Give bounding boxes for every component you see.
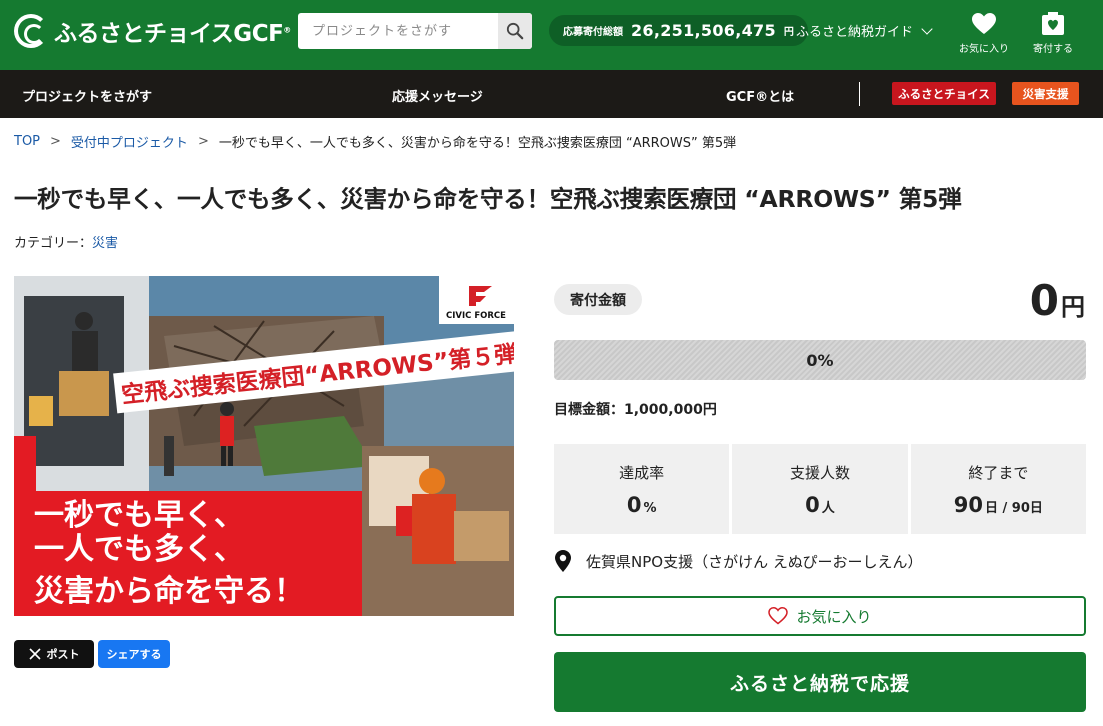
hero-slogan-line: 一秒でも早く、 xyxy=(34,498,244,533)
gift-box-icon xyxy=(1042,12,1064,35)
donation-amount-value: 0 xyxy=(1029,276,1059,325)
breadcrumb: TOP > 受付中プロジェクト > 一秒でも早く、一人でも多く、災害から命を守る… xyxy=(14,132,736,151)
nav-item-about-gcf[interactable]: GCF®とは xyxy=(726,86,794,105)
stat-unit: 人 xyxy=(821,501,835,516)
site-logo[interactable]: ふるさとチョイスGCF® xyxy=(14,14,291,48)
furusato-choice-badge[interactable]: ふるさとチョイス xyxy=(892,82,996,105)
organization-info: 佐賀県NPO支援（さがけん えぬぴーおーしえん） xyxy=(554,549,923,573)
x-post-label: ポスト xyxy=(46,648,80,661)
search-button[interactable] xyxy=(498,13,532,49)
page-title: 一秒でも早く、一人でも多く、災害から命を守る！空飛ぶ捜索医療団 “ARROWS”… xyxy=(14,185,962,213)
organization-name[interactable]: 佐賀県NPO支援（さがけん えぬぴーおーしえん） xyxy=(586,551,923,572)
project-hero-image: CIVIC FORCE 空飛ぶ捜索医療団“ARROWS”第５弾 一秒でも早く、 … xyxy=(14,276,514,616)
add-favorite-label: お気に入り xyxy=(796,607,872,626)
funding-progress-text: 0% xyxy=(806,350,834,370)
chevron-down-icon xyxy=(921,22,933,35)
donation-amount: 0円 xyxy=(1030,276,1085,325)
disaster-support-badge[interactable]: 災害支援 xyxy=(1012,82,1079,105)
furusato-guide-menu[interactable]: ふるさと納税ガイド xyxy=(796,21,933,40)
guide-label: ふるさと納税ガイド xyxy=(796,25,914,40)
search-icon xyxy=(506,22,524,40)
stat-unit: % xyxy=(643,501,657,516)
stat-unit: 日 / 90日 xyxy=(984,501,1043,516)
hero-illustration: CIVIC FORCE 空飛ぶ捜索医療団“ARROWS”第５弾 一秒でも早く、 … xyxy=(14,276,514,616)
site-header: ふるさとチョイスGCF® 応募寄付総額 26,251,506,475 円 ふるさ… xyxy=(0,0,1103,70)
nav-item-find-projects[interactable]: プロジェクトをさがす xyxy=(22,86,152,105)
total-donations-value: 26,251,506,475 xyxy=(631,21,776,40)
total-donations-badge: 応募寄付総額 26,251,506,475 円 xyxy=(549,15,808,46)
add-favorite-button[interactable]: お気に入り xyxy=(554,596,1086,636)
stat-days-remaining: 終了まで 90 日 / 90日 xyxy=(910,444,1086,534)
search-box xyxy=(298,13,532,49)
location-pin-icon xyxy=(555,550,571,572)
donation-amount-unit: 円 xyxy=(1061,293,1085,321)
breadcrumb-separator: > xyxy=(50,134,61,149)
donate-link-label: 寄付する xyxy=(1033,44,1073,55)
hero-slogan-line: 災害から命を守る！ xyxy=(34,574,304,609)
stat-label: 支援人数 xyxy=(789,464,850,482)
favorites-link[interactable]: お気に入り xyxy=(954,10,1014,55)
stat-value: 90 xyxy=(953,493,983,517)
stat-value: 0 xyxy=(805,493,820,517)
breadcrumb-project-list[interactable]: 受付中プロジェクト xyxy=(71,132,188,151)
heart-outline-icon xyxy=(768,607,789,625)
facebook-share-button[interactable]: シェアする xyxy=(98,640,170,668)
stat-achievement-rate: 達成率 0% xyxy=(554,444,730,534)
logo-text: ふるさとチョイスGCF xyxy=(54,21,284,47)
project-stats: 達成率 0% 支援人数 0人 終了まで 90 日 / 90日 xyxy=(554,444,1086,534)
donation-amount-label: 寄付金額 xyxy=(554,284,642,315)
breadcrumb-current: 一秒でも早く、一人でも多く、災害から命を守る！空飛ぶ捜索医療団 “ARROWS”… xyxy=(218,136,737,151)
total-donations-label: 応募寄付総額 xyxy=(563,27,623,38)
stat-value: 0 xyxy=(626,493,642,517)
category-label: カテゴリー： xyxy=(14,236,93,251)
nav-divider xyxy=(859,82,860,106)
breadcrumb-separator: > xyxy=(197,134,209,149)
heart-icon xyxy=(972,13,996,34)
project-category: カテゴリー：災害 xyxy=(14,232,118,251)
facebook-share-label: シェアする xyxy=(106,648,162,661)
search-input[interactable] xyxy=(298,13,498,49)
category-link[interactable]: 災害 xyxy=(92,236,118,251)
donate-via-furusato-button[interactable]: ふるさと納税で応援 xyxy=(554,652,1086,712)
stat-label: 終了まで xyxy=(968,464,1029,482)
favorites-link-label: お気に入り xyxy=(959,44,1009,55)
total-donations-unit: 円 xyxy=(783,27,794,38)
goal-amount: 目標金額：1,000,000円 xyxy=(554,402,717,418)
hero-slogan-line: 一人でも多く、 xyxy=(34,532,244,567)
nav-item-messages[interactable]: 応援メッセージ xyxy=(392,86,483,105)
stat-supporters: 支援人数 0人 xyxy=(732,444,908,534)
main-nav: プロジェクトをさがす 応援メッセージ GCF®とは ふるさとチョイス 災害支援 xyxy=(0,70,1103,118)
logo-mark-icon xyxy=(14,14,48,48)
logo-registered-mark: ® xyxy=(283,25,291,35)
funding-progress-bar: 0% xyxy=(554,340,1086,380)
breadcrumb-top[interactable]: TOP xyxy=(14,134,40,149)
stat-label: 達成率 xyxy=(619,464,665,482)
x-logo-icon xyxy=(28,648,41,660)
donate-link[interactable]: 寄付する xyxy=(1023,10,1083,55)
org-logo-text: CIVIC FORCE xyxy=(446,311,506,321)
x-post-button[interactable]: ポスト xyxy=(14,640,94,668)
